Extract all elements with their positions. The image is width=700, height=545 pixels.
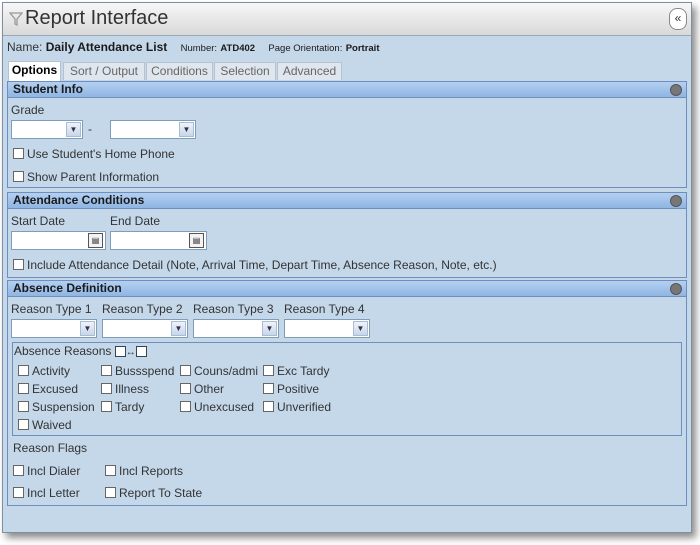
title-bar: Report Interface « [3, 3, 691, 36]
reason-type-3-select[interactable]: ▼ [193, 319, 279, 338]
chevron-down-icon: ▼ [80, 321, 95, 336]
reason-checkbox[interactable] [18, 401, 29, 413]
reason-flags-label: Reason Flags [13, 441, 88, 455]
attendance-conditions-section: Attendance Conditions Start Date End Dat… [7, 192, 687, 278]
chevron-down-icon: ▼ [353, 321, 368, 336]
window-title: Report Interface [25, 7, 169, 29]
reason-checkbox[interactable] [180, 401, 191, 413]
grade-from-select[interactable]: ▼ [11, 120, 83, 139]
reason-type-2-select[interactable]: ▼ [102, 319, 188, 338]
tab-options[interactable]: Options [8, 61, 61, 81]
student-info-section: Student Info Grade ▼ - ▼ Use Student's H… [7, 81, 687, 188]
include-detail-option[interactable]: Include Attendance Detail (Note, Arrival… [13, 258, 497, 272]
reason-type-4-label: Reason Type 4 [284, 302, 365, 316]
reason-unverified[interactable]: Unverified [263, 400, 331, 414]
chevron-down-icon: ▼ [179, 122, 194, 137]
tab-conditions[interactable]: Conditions [146, 62, 213, 80]
reason-illness[interactable]: Illness [101, 382, 149, 396]
reason-bussspend[interactable]: Bussspend [101, 364, 174, 378]
flag-checkbox[interactable] [13, 487, 24, 499]
reason-checkbox[interactable] [101, 383, 112, 395]
collapse-circle-icon[interactable] [670, 195, 682, 207]
absence-reasons-group: Absence Reasons ↔ Activity Bussspend Cou… [12, 342, 682, 436]
grade-to-select[interactable]: ▼ [110, 120, 196, 139]
flag-checkbox[interactable] [13, 465, 24, 477]
absence-definition-section: Absence Definition Reason Type 1 Reason … [7, 280, 687, 506]
reason-couns-admi[interactable]: Couns/admi [180, 364, 258, 378]
use-home-phone-option[interactable]: Use Student's Home Phone [13, 147, 175, 161]
start-date-input[interactable]: ▤ [11, 231, 106, 250]
reason-checkbox[interactable] [101, 365, 112, 377]
reason-checkbox[interactable] [18, 383, 29, 395]
flag-report-to-state[interactable]: Report To State [105, 486, 202, 500]
reason-activity[interactable]: Activity [18, 364, 70, 378]
swap-arrows-icon[interactable]: ↔ [126, 347, 136, 358]
collapse-panel-button[interactable]: « [669, 8, 687, 30]
report-number: ATD402 [220, 43, 256, 54]
collapse-circle-icon[interactable] [670, 283, 682, 295]
report-interface-window: Report Interface « Name: Daily Attendanc… [2, 2, 692, 533]
reason-type-1-label: Reason Type 1 [11, 302, 92, 316]
include-detail-checkbox[interactable] [13, 259, 24, 271]
grade-range-separator: - [88, 122, 92, 136]
double-chevron-left-icon: « [674, 11, 682, 25]
report-name: Daily Attendance List [45, 40, 168, 54]
flag-incl-reports[interactable]: Incl Reports [105, 464, 183, 478]
reason-unexcused[interactable]: Unexcused [180, 400, 254, 414]
reason-checkbox[interactable] [18, 419, 29, 431]
reason-suspension[interactable]: Suspension [18, 400, 95, 414]
reason-exc-tardy[interactable]: Exc Tardy [263, 364, 329, 378]
reason-checkbox[interactable] [180, 383, 191, 395]
chevron-down-icon: ▼ [171, 321, 186, 336]
tab-advanced[interactable]: Advanced [277, 62, 342, 80]
collapse-circle-icon[interactable] [670, 84, 682, 96]
tab-sort-output[interactable]: Sort / Output [63, 62, 145, 80]
flag-checkbox[interactable] [105, 487, 116, 499]
report-info-row: Name: Daily Attendance List Number: ATD4… [7, 40, 380, 54]
select-all-icon[interactable] [114, 346, 126, 358]
reason-excused[interactable]: Excused [18, 382, 78, 396]
checked-box-icon[interactable] [135, 346, 147, 358]
absence-definition-header[interactable]: Absence Definition [8, 281, 686, 297]
reason-type-1-select[interactable]: ▼ [11, 319, 97, 338]
reason-type-3-label: Reason Type 3 [193, 302, 274, 316]
calendar-icon[interactable]: ▤ [189, 233, 204, 248]
flag-incl-letter[interactable]: Incl Letter [13, 486, 80, 500]
show-parent-checkbox[interactable] [13, 171, 24, 183]
reason-positive[interactable]: Positive [263, 382, 319, 396]
attendance-conditions-header[interactable]: Attendance Conditions [8, 193, 686, 209]
show-parent-option[interactable]: Show Parent Information [13, 170, 159, 184]
tab-selection[interactable]: Selection [214, 62, 276, 80]
reason-other[interactable]: Other [180, 382, 224, 396]
reason-waived[interactable]: Waived [18, 418, 72, 432]
name-label: Name: [7, 40, 43, 54]
reason-checkbox[interactable] [263, 383, 274, 395]
reason-checkbox[interactable] [180, 365, 191, 377]
reason-type-4-select[interactable]: ▼ [284, 319, 370, 338]
chevron-down-icon: ▼ [66, 122, 81, 137]
calendar-icon[interactable]: ▤ [88, 233, 103, 248]
reason-type-2-label: Reason Type 2 [102, 302, 183, 316]
reason-checkbox[interactable] [101, 401, 112, 413]
reason-checkbox[interactable] [263, 401, 274, 413]
end-date-label: End Date [110, 214, 161, 228]
start-date-label: Start Date [11, 214, 66, 228]
end-date-input[interactable]: ▤ [110, 231, 207, 250]
number-label: Number: [180, 43, 218, 54]
page-orientation: Portrait [345, 43, 380, 54]
chevron-down-icon: ▼ [262, 321, 277, 336]
reason-checkbox[interactable] [263, 365, 274, 377]
use-home-phone-checkbox[interactable] [13, 148, 24, 160]
orientation-label: Page Orientation: [268, 43, 343, 54]
flag-checkbox[interactable] [105, 465, 116, 477]
absence-reasons-title: Absence Reasons ↔ [14, 344, 147, 358]
reason-tardy[interactable]: Tardy [101, 400, 144, 414]
student-info-header[interactable]: Student Info [8, 82, 686, 98]
grade-label: Grade [11, 103, 45, 117]
filter-icon [9, 12, 23, 27]
flag-incl-dialer[interactable]: Incl Dialer [13, 464, 80, 478]
reason-checkbox[interactable] [18, 365, 29, 377]
